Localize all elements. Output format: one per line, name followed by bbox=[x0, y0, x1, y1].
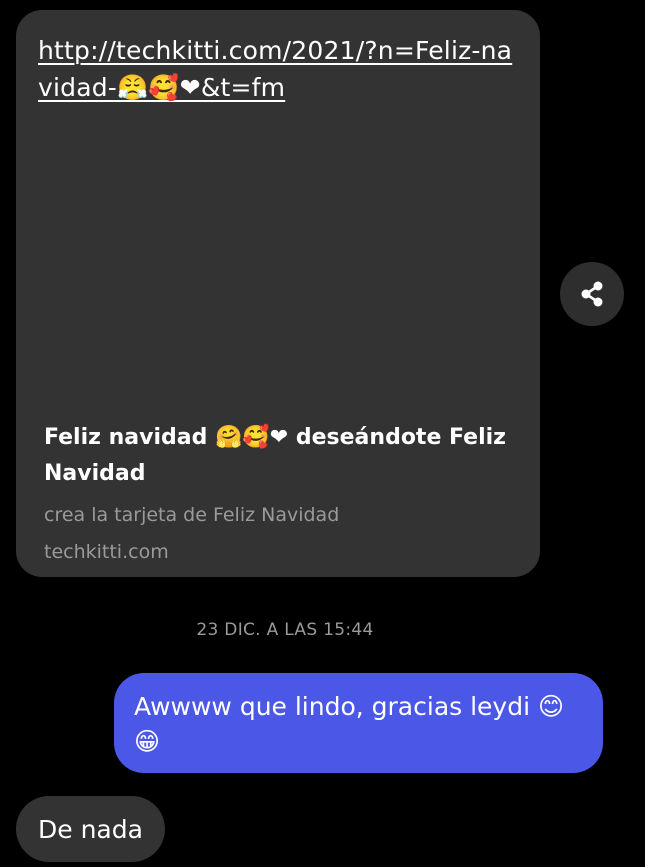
share-icon bbox=[581, 281, 603, 307]
link-preview-description: crea la tarjeta de Feliz Navidad bbox=[44, 504, 340, 526]
shared-link-card[interactable]: http://techkitti.com/2021/?n=Feliz-navid… bbox=[16, 10, 540, 577]
message-timestamp: 23 DIC. A LAS 15:44 bbox=[196, 620, 374, 640]
received-message-text: De nada bbox=[38, 814, 143, 844]
sent-message-text: Awwww que lindo, gracias leydi 😊😁 bbox=[134, 692, 565, 756]
share-button[interactable] bbox=[560, 262, 624, 326]
link-preview-image[interactable] bbox=[16, 120, 540, 410]
link-url[interactable]: http://techkitti.com/2021/?n=Feliz-navid… bbox=[38, 32, 518, 106]
sent-message-bubble[interactable]: Awwww que lindo, gracias leydi 😊😁 bbox=[114, 673, 603, 773]
link-preview-domain: techkitti.com bbox=[44, 541, 169, 563]
received-message-bubble[interactable]: De nada bbox=[16, 796, 165, 862]
link-preview-title: Feliz navidad 🤗🥰❤ deseándote Feliz Navid… bbox=[44, 425, 506, 486]
